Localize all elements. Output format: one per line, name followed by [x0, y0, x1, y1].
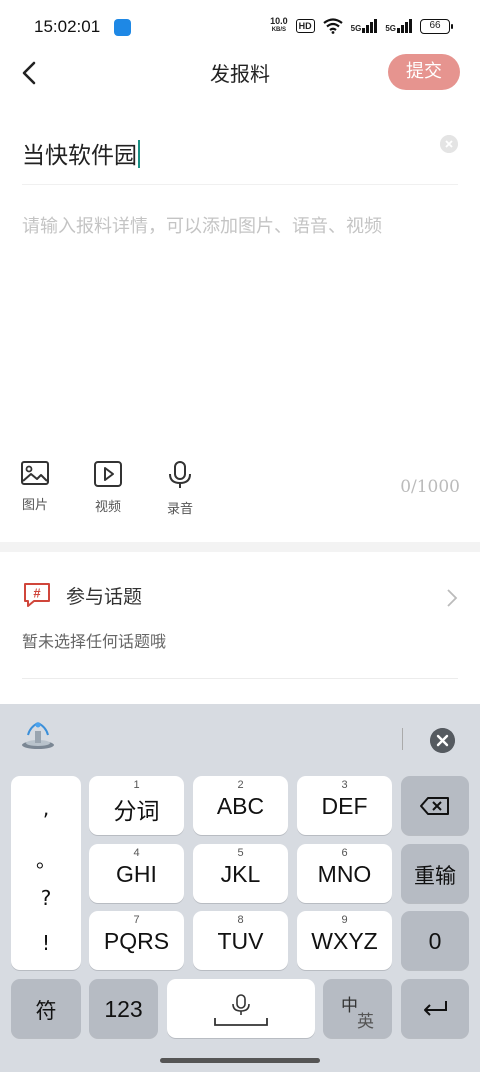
title-input-value: 当快软件园: [22, 143, 137, 169]
backspace-icon: [420, 797, 449, 815]
fountain-emoji-icon[interactable]: [20, 721, 56, 751]
key-6[interactable]: 6 MNO: [297, 844, 392, 903]
key-7[interactable]: 7 PQRS: [89, 911, 184, 970]
key-label: JKL: [220, 861, 261, 887]
enter-key[interactable]: [401, 979, 469, 1038]
punctuation-column[interactable]: , 。 ? !: [11, 776, 81, 970]
add-video-button[interactable]: 视频: [88, 460, 128, 515]
media-label-image: 图片: [21, 498, 48, 513]
voice-input-icon: [232, 994, 250, 1015]
hd-badge: HD: [295, 19, 315, 33]
key-label: PQRS: [103, 928, 170, 954]
detail-input[interactable]: 请输入报料详情，可以添加图片、语音、视频: [22, 212, 382, 238]
status-bar: 15:02:01 10.0 KB/S HD 5G 5G 66: [0, 0, 480, 52]
topic-selector[interactable]: # 参与话题: [0, 572, 480, 622]
symbol-key[interactable]: 符: [11, 979, 81, 1038]
punct-exclaim[interactable]: !: [11, 931, 81, 955]
key-number: 2: [237, 779, 244, 791]
key-number: 8: [237, 914, 244, 926]
network-speed-unit: KB/S: [271, 27, 287, 33]
key-label: 分词: [113, 798, 160, 824]
close-keyboard-icon[interactable]: [430, 728, 455, 753]
divider: [22, 678, 458, 679]
app-header: 发报料 提交: [0, 52, 480, 94]
key-8[interactable]: 8 TUV: [193, 911, 288, 970]
key-2[interactable]: 2 ABC: [193, 776, 288, 835]
reenter-key[interactable]: 重输: [401, 844, 469, 903]
key-number: 7: [133, 914, 140, 926]
key-1[interactable]: 1 分词: [89, 776, 184, 835]
key-number: 6: [341, 847, 348, 859]
key-label: 0: [428, 928, 442, 954]
backspace-key[interactable]: [401, 776, 469, 835]
key-number: 4: [133, 847, 140, 859]
language-switch-key[interactable]: 中 英: [323, 979, 392, 1038]
network-speed-value: 10.0: [270, 16, 288, 26]
punct-comma[interactable]: ,: [11, 796, 81, 820]
key-label: MNO: [317, 861, 372, 887]
key-label: WXYZ: [311, 928, 378, 954]
signal-type-2: 5G: [385, 24, 396, 33]
topic-subtitle: 暂未选择任何话题哦: [22, 632, 167, 651]
microphone-icon: [169, 461, 191, 488]
battery-icon: 66: [420, 18, 453, 34]
topic-title: 参与话题: [66, 586, 143, 608]
key-label: 重输: [414, 865, 456, 888]
space-bar-icon: [214, 1018, 268, 1026]
space-voice-key[interactable]: [167, 979, 315, 1038]
key-4[interactable]: 4 GHI: [89, 844, 184, 903]
key-number: 3: [341, 779, 348, 791]
keyboard-toolbar: [0, 704, 480, 770]
image-icon: [21, 461, 49, 485]
status-time: 15:02:01: [34, 17, 101, 36]
add-audio-button[interactable]: 录音: [160, 460, 200, 517]
divider: [22, 184, 458, 185]
topic-icon-glyph: #: [33, 586, 41, 601]
section-separator: [0, 542, 480, 552]
lang-en-label: 英: [357, 1012, 374, 1031]
home-indicator[interactable]: [160, 1058, 320, 1063]
text-caret: [138, 140, 140, 168]
key-label: 123: [104, 996, 143, 1022]
key-label: TUV: [217, 928, 264, 954]
notification-app-icon: [114, 19, 131, 36]
wifi-icon: [322, 18, 343, 34]
chevron-right-icon: [447, 589, 458, 607]
key-label: ABC: [216, 793, 265, 819]
enter-arrow-icon: [424, 1001, 447, 1016]
topic-hashtag-icon: #: [24, 583, 50, 607]
key-9[interactable]: 9 WXYZ: [297, 911, 392, 970]
status-indicators: 10.0 KB/S HD 5G 5G 66: [270, 17, 453, 35]
add-image-button[interactable]: 图片: [15, 460, 55, 513]
lang-cn-label: 中: [341, 996, 358, 1015]
ime-keyboard: , 。 ? ! 1 分词 2 ABC 3 DEF 4 GHI 5 JKL 6 M…: [0, 704, 480, 1072]
key-3[interactable]: 3 DEF: [297, 776, 392, 835]
key-number: 1: [133, 779, 140, 791]
key-number: 5: [237, 847, 244, 859]
punct-question[interactable]: ?: [11, 886, 81, 910]
title-input[interactable]: 当快软件园: [22, 136, 140, 170]
signal-type-1: 5G: [350, 24, 362, 33]
video-icon: [94, 461, 122, 487]
media-label-video: 视频: [94, 500, 121, 515]
signal-strength-icon: 5G: [351, 19, 378, 33]
key-number: 9: [341, 914, 348, 926]
media-label-audio: 录音: [166, 502, 193, 517]
clear-title-icon[interactable]: [440, 135, 458, 153]
key-label: 符: [35, 1000, 57, 1023]
key-0[interactable]: 0: [401, 911, 469, 970]
submit-button[interactable]: 提交: [388, 54, 460, 90]
signal-strength-icon-2: 5G: [385, 19, 412, 33]
key-label: DEF: [321, 793, 368, 819]
numeric-key[interactable]: 123: [89, 979, 158, 1038]
network-speed: 10.0 KB/S: [270, 17, 288, 35]
key-5[interactable]: 5 JKL: [193, 844, 288, 903]
char-counter: 0/1000: [400, 477, 460, 497]
key-label: GHI: [116, 861, 157, 887]
punct-period[interactable]: 。: [11, 844, 81, 873]
toolbar-divider: [402, 728, 403, 750]
